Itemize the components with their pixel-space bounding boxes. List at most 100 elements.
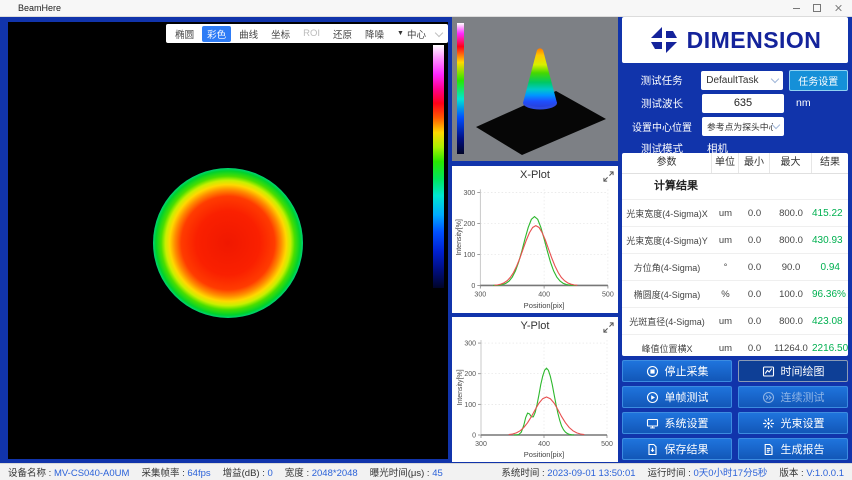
table-row: 光束宽度(4-Sigma)X um 0.0 800.0 415.22 [622,199,848,226]
min-cell: 0.0 [739,343,770,354]
header-unit: 单位 [712,153,739,173]
results-group-title: 计算结果 [622,174,848,199]
view-toolbar: 椭圆 彩色 曲线 坐标 ROI 还原 降噪 ▼ 中心 [166,24,448,43]
toolbar-button-coords[interactable]: 坐标 [266,26,295,42]
svg-text:400: 400 [538,291,550,299]
svg-text:100: 100 [464,402,476,409]
status-version: 版本 : V:1.0.0.1 [779,465,844,479]
close-icon [834,4,842,12]
table-row: 光束宽度(4-Sigma)Y um 0.0 800.0 430.93 [622,226,848,253]
beam-display-canvas: 椭圆 彩色 曲线 坐标 ROI 还原 降噪 ▼ 中心 [8,22,448,459]
svg-text:0: 0 [471,282,475,290]
generate-report-button[interactable]: 生成报告 [738,438,848,460]
svg-text:200: 200 [463,220,475,228]
task-settings-button[interactable]: 任务设置 [789,70,848,91]
min-cell: 0.0 [739,316,770,327]
surface-colorbar [457,23,464,154]
task-label: 测试任务 [622,73,701,88]
svg-text:400: 400 [538,441,550,448]
continuous-test-button[interactable]: 连续测试 [738,386,848,408]
save-results-button[interactable]: 保存结果 [622,438,732,460]
svg-text:0: 0 [472,432,476,439]
yplot-canvas: 0100200300300400500Intensity[%]Position[… [454,334,616,459]
result-cell: 0.94 [812,262,848,273]
max-cell: 90.0 [770,262,812,273]
min-cell: 0.0 [739,262,770,273]
brand-name: DIMENSION [687,27,822,54]
unit-cell: % [712,289,739,300]
result-cell: 430.93 [812,235,848,246]
wavelength-unit: nm [796,97,811,109]
table-row: 方位角(4-Sigma) ° 0.0 90.0 0.94 [622,253,848,280]
svg-text:300: 300 [475,441,487,448]
table-row: 光斑直径(4-Sigma) um 0.0 800.0 423.08 [622,307,848,334]
status-bar: 设备名称 : MV-CS040-A0UM 采集帧率 : 64fps 增益(dB)… [0,463,852,480]
chart-line-icon [762,365,775,378]
svg-text:300: 300 [463,189,475,197]
param-cell: 光斑直径(4-Sigma) [622,315,712,328]
stop-capture-button[interactable]: 停止采集 [622,360,732,382]
save-file-icon [646,443,659,456]
svg-text:Position[pix]: Position[pix] [524,301,565,310]
results-header-row: 参数 单位 最小 最大 结果 [622,153,848,174]
forward-circle-icon [762,391,775,404]
yplot-panel: Y-Plot 0100200300300400500Intensity[%]Po… [452,317,618,462]
chevron-down-icon[interactable] [435,28,443,36]
wavelength-input[interactable] [702,94,784,113]
surface-3d-panel [452,17,618,161]
toolbar-button-center[interactable]: ▼ 中心 [392,26,431,42]
toolbar-button-restore[interactable]: 还原 [328,26,357,42]
max-cell: 800.0 [770,316,812,327]
toolbar-button-color[interactable]: 彩色 [202,26,231,42]
min-cell: 0.0 [739,235,770,246]
svg-text:500: 500 [601,441,613,448]
task-row: 测试任务 DefaultTask 任务设置 [622,70,848,90]
app-title: BeamHere [18,3,61,13]
status-exposure: 曝光时间(μs) : 45 [370,465,443,479]
stop-circle-icon [646,365,659,378]
max-cell: 800.0 [770,208,812,219]
xplot-panel: X-Plot 0100200300300400500Intensity[%]Po… [452,166,618,313]
toolbar-button-denoise[interactable]: 降噪 [360,26,389,42]
brand-panel: DIMENSION [622,17,848,63]
svg-text:200: 200 [464,371,476,378]
header-max: 最大 [770,153,812,173]
status-system-time: 系统时间 : 2023-09-01 13:50:01 [501,465,635,479]
center-position-select[interactable]: 参考点为探头中心 [702,117,784,136]
table-row: 峰值位置横X um 0.0 11264.0 2216.50 [622,334,848,356]
param-cell: 峰值位置横X [622,342,712,355]
param-cell: 椭圆度(4-Sigma) [622,288,712,301]
system-settings-button[interactable]: 系统设置 [622,412,732,434]
status-uptime: 运行时间 : 0天0小时17分5秒 [648,465,768,479]
close-button[interactable] [832,3,844,13]
result-cell: 415.22 [812,208,848,219]
svg-text:300: 300 [474,291,486,299]
maximize-icon [813,4,821,12]
surface-peak-cone [523,48,557,107]
table-row: 椭圆度(4-Sigma) % 0.0 100.0 96.36% [622,280,848,307]
maximize-button[interactable] [811,3,823,13]
result-cell: 2216.50 [812,343,848,354]
caret-down-icon: ▼ [397,30,404,37]
toolbar-button-ellipse[interactable]: 椭圆 [170,26,199,42]
time-plot-button[interactable]: 时间绘图 [738,360,848,382]
max-cell: 100.0 [770,289,812,300]
beam-settings-button[interactable]: 光束设置 [738,412,848,434]
brand-logo-icon [649,25,679,55]
toolbar-button-roi[interactable]: ROI [298,27,325,40]
unit-cell: ° [712,262,739,273]
param-cell: 光束宽度(4-Sigma)Y [622,234,712,247]
single-frame-test-button[interactable]: 单帧测试 [622,386,732,408]
play-circle-icon [646,391,659,404]
min-cell: 0.0 [739,208,770,219]
task-select[interactable]: DefaultTask [701,71,782,90]
status-framerate: 采集帧率 : 64fps [141,465,210,479]
svg-text:Intensity[%]: Intensity[%] [455,219,463,256]
toolbar-button-curve[interactable]: 曲线 [234,26,263,42]
status-device: 设备名称 : MV-CS040-A0UM [8,465,129,479]
chevron-down-icon [770,75,778,83]
minimize-button[interactable] [790,3,802,13]
svg-text:Position[pix]: Position[pix] [524,450,564,459]
intensity-colorbar [433,45,444,288]
beam-spot-image [153,168,303,318]
